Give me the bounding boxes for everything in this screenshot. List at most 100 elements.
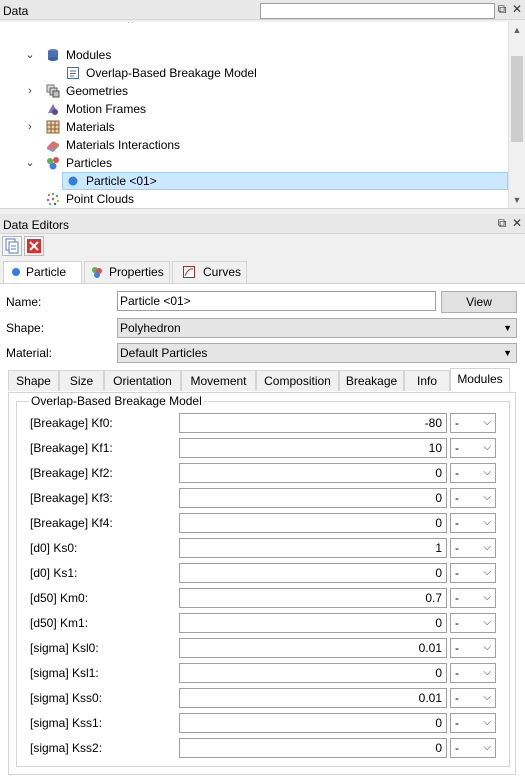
subtab-orientation[interactable]: Orientation — [104, 370, 181, 391]
tree-item-label: Geometries — [66, 84, 129, 98]
param-row: [d50] Km0: 0.7- ⌵ — [0, 588, 525, 608]
param-label: [d50] Km0: — [30, 591, 89, 605]
param-value-input[interactable]: 0 — [179, 738, 447, 758]
param-unit-value: - — [455, 666, 459, 680]
param-value-input[interactable]: 0.7 — [179, 588, 447, 608]
name-input[interactable]: Particle <01> — [117, 291, 436, 311]
param-unit-select[interactable]: - ⌵ — [450, 538, 496, 558]
param-label: [Breakage] Kf2: — [30, 466, 113, 480]
tab-particle[interactable]: Particle — [3, 261, 82, 284]
tree-item-modules[interactable]: ⌄ Modules — [0, 46, 508, 64]
shape-select[interactable]: Polyhedron ▼ — [117, 318, 517, 338]
material-value: Default Particles — [120, 346, 208, 360]
param-label: [Breakage] Kf1: — [30, 441, 113, 455]
chevron-down-icon: ⌵ — [483, 542, 491, 553]
tree-item-materials-interactions[interactable]: Materials Interactions — [0, 136, 508, 154]
float-icon[interactable]: ⧉ — [495, 216, 509, 230]
param-label: [sigma] Kss0: — [30, 691, 103, 705]
close-icon[interactable]: ✕ — [510, 2, 524, 16]
param-value-input[interactable]: 0 — [179, 513, 447, 533]
chevron-down-icon[interactable]: ⌄ — [24, 154, 36, 172]
param-unit-select[interactable]: - ⌵ — [450, 563, 496, 583]
float-icon[interactable]: ⧉ — [495, 2, 509, 16]
material-select[interactable]: Default Particles ▼ — [117, 343, 517, 363]
param-label: [Breakage] Kf0: — [30, 416, 113, 430]
param-value-input[interactable]: 0 — [179, 663, 447, 683]
chevron-right-icon[interactable]: › — [24, 82, 36, 100]
param-value-input[interactable]: 1 — [179, 538, 447, 558]
scrollbar-thumb[interactable] — [511, 56, 523, 142]
tab-curves[interactable]: Curves — [172, 261, 247, 283]
tree-item-breakage-model[interactable]: Overlap-Based Breakage Model — [0, 64, 508, 82]
geometry-icon — [46, 84, 60, 98]
param-value-input[interactable]: 10 — [179, 438, 447, 458]
tab-properties[interactable]: Properties — [84, 261, 170, 283]
motion-icon — [48, 104, 58, 115]
param-value-input[interactable]: 0 — [179, 563, 447, 583]
tree-item-label: Particle <01> — [86, 174, 157, 188]
close-icon[interactable]: ✕ — [510, 216, 524, 230]
param-value-input[interactable]: 0.01 — [179, 688, 447, 708]
view-button[interactable]: View — [441, 291, 517, 313]
param-unit-select[interactable]: - ⌵ — [450, 488, 496, 508]
param-value-input[interactable]: 0 — [179, 613, 447, 633]
param-value-input[interactable]: -80 — [179, 413, 447, 433]
tree-item-label: Materials — [66, 120, 115, 134]
chevron-down-icon: ⌵ — [483, 667, 491, 678]
chevron-right-icon[interactable]: › — [24, 118, 36, 136]
param-unit-select[interactable]: - ⌵ — [450, 513, 496, 533]
data-search-input[interactable] — [260, 3, 495, 19]
subtab-info[interactable]: Info — [404, 370, 450, 391]
param-unit-select[interactable]: - ⌵ — [450, 663, 496, 683]
delete-icon — [27, 239, 41, 253]
param-value-input[interactable]: 0 — [179, 713, 447, 733]
param-value-input[interactable]: 0 — [179, 488, 447, 508]
param-row: [Breakage] Kf4: 0- ⌵ — [0, 513, 525, 533]
param-row: [Breakage] Kf3: 0- ⌵ — [0, 488, 525, 508]
data-panel-title: Data — [3, 4, 29, 18]
tree-item-label: Overlap-Based Breakage Model — [86, 66, 257, 80]
tree-item-point-clouds[interactable]: Point Clouds — [0, 190, 508, 208]
chevron-down-icon[interactable]: ⌄ — [24, 46, 36, 64]
param-unit-select[interactable]: - ⌵ — [450, 438, 496, 458]
collapse-caret-icon[interactable]: ^ — [128, 22, 133, 29]
point-cloud-icon — [46, 192, 60, 206]
chevron-down-icon: ⌵ — [483, 517, 491, 528]
param-unit-select[interactable]: - ⌵ — [450, 463, 496, 483]
materials-icon — [46, 120, 60, 134]
subtab-shape[interactable]: Shape — [8, 370, 59, 391]
param-unit-select[interactable]: - ⌵ — [450, 688, 496, 708]
param-unit-select[interactable]: - ⌵ — [450, 738, 496, 758]
delete-button[interactable] — [24, 236, 44, 256]
param-label: [sigma] Kss2: — [30, 741, 103, 755]
tree-item-motion-frames[interactable]: Motion Frames — [0, 100, 508, 118]
param-unit-select[interactable]: - ⌵ — [450, 713, 496, 733]
subtab-composition[interactable]: Composition — [256, 370, 339, 391]
group-title: Overlap-Based Breakage Model — [29, 394, 204, 408]
param-unit-select[interactable]: - ⌵ — [450, 588, 496, 608]
param-unit-value: - — [455, 416, 459, 430]
param-unit-select[interactable]: - ⌵ — [450, 613, 496, 633]
param-unit-select[interactable]: - ⌵ — [450, 413, 496, 433]
copy-icon — [5, 238, 19, 254]
tree-item-materials[interactable]: › Materials — [0, 118, 508, 136]
param-unit-select[interactable]: - ⌵ — [450, 638, 496, 658]
scroll-up-icon[interactable]: ▲ — [509, 22, 525, 38]
tree-item-particles[interactable]: ⌄ Particles — [0, 154, 508, 172]
param-label: [sigma] Ksl0: — [30, 641, 99, 655]
chevron-down-icon: ⌵ — [483, 442, 491, 453]
subtab-size[interactable]: Size — [59, 370, 104, 391]
tree-scrollbar[interactable]: ▲ ▼ — [508, 22, 525, 208]
subtab-movement[interactable]: Movement — [181, 370, 256, 391]
subtab-modules[interactable]: Modules — [450, 368, 510, 391]
param-row: [sigma] Ksl0: 0.01- ⌵ — [0, 638, 525, 658]
param-value-input[interactable]: 0 — [179, 463, 447, 483]
copy-button[interactable] — [2, 236, 22, 256]
scroll-down-icon[interactable]: ▼ — [509, 192, 525, 208]
tree-item-geometries[interactable]: › Geometries — [0, 82, 508, 100]
param-value-input[interactable]: 0.01 — [179, 638, 447, 658]
name-label: Name: — [6, 295, 42, 309]
subtab-breakage[interactable]: Breakage — [339, 370, 404, 391]
param-unit-value: - — [455, 691, 459, 705]
tree-item-particle-01[interactable]: Particle <01> — [0, 172, 508, 190]
